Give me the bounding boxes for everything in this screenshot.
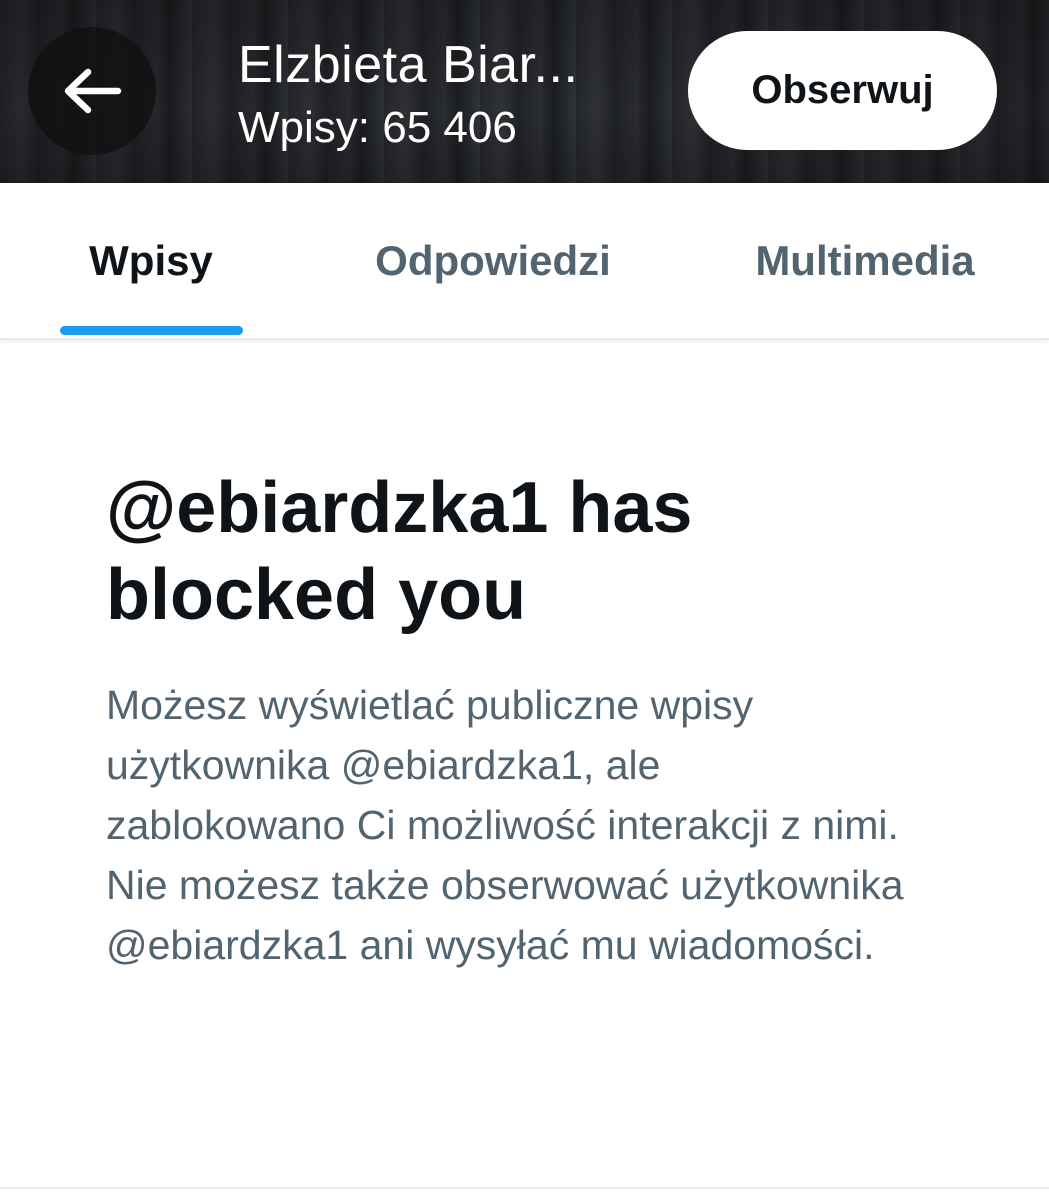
active-tab-indicator — [60, 326, 243, 335]
blocked-description: Możesz wyświetlać publiczne wpisy użytko… — [106, 682, 904, 968]
profile-header-text: Elzbieta Biar... Wpisy: 65 406 — [238, 36, 578, 154]
profile-header-banner: Elzbieta Biar... Wpisy: 65 406 Obserwuj — [0, 0, 1049, 183]
blocked-title: @ebiardzka1 has blocked you — [106, 468, 693, 635]
blocked-notice: @ebiardzka1 has blocked you Możesz wyświ… — [106, 465, 906, 975]
follow-button[interactable]: Obserwuj — [688, 31, 997, 150]
tab-odpowiedzi[interactable]: Odpowiedzi — [338, 183, 648, 338]
back-button[interactable] — [28, 27, 156, 155]
profile-tabs: Wpisy Odpowiedzi Multimedia — [0, 183, 1049, 340]
tab-multimedia[interactable]: Multimedia — [720, 183, 1010, 338]
tab-wpisy[interactable]: Wpisy — [40, 183, 262, 338]
profile-name: Elzbieta Biar... — [238, 36, 579, 94]
arrow-left-icon — [64, 68, 122, 114]
posts-count: Wpisy: 65 406 — [238, 103, 517, 152]
divider — [0, 1187, 1049, 1189]
